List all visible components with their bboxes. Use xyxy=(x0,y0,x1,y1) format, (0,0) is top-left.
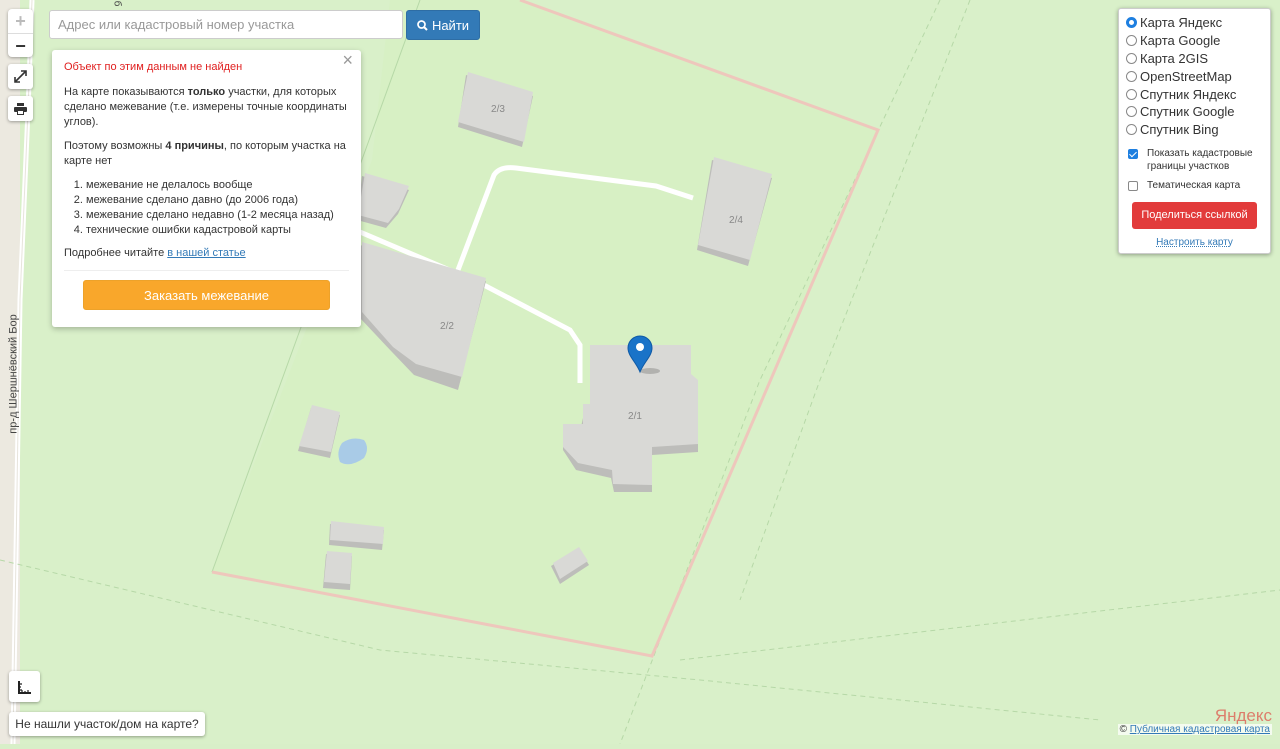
reasons-intro: Поэтому возможны 4 причины, по которым у… xyxy=(64,140,346,167)
radio[interactable] xyxy=(1126,124,1137,136)
order-survey-button[interactable]: Заказать межевание xyxy=(83,280,330,310)
layer-option-google-map[interactable]: Карта Google xyxy=(1126,32,1263,50)
plot-label: 2/1 xyxy=(628,411,642,422)
list-item: технические ошибки кадастровой карты xyxy=(86,223,349,238)
checkbox-checked[interactable] xyxy=(1128,148,1138,159)
search-icon xyxy=(417,19,428,31)
ruler-icon xyxy=(17,680,31,694)
divider xyxy=(64,270,349,271)
zoom-in-button[interactable]: + xyxy=(8,9,33,34)
list-item: межевание сделано давно (до 2006 года) xyxy=(86,193,349,208)
close-icon[interactable]: × xyxy=(342,51,353,69)
ruler-button[interactable] xyxy=(9,671,40,702)
find-button[interactable]: Найти xyxy=(406,10,480,40)
checkbox[interactable] xyxy=(1128,180,1138,191)
attribution-link[interactable]: Публичная кадастровая карта xyxy=(1130,724,1270,735)
printer-icon xyxy=(14,102,27,115)
reasons-list: межевание не делалось вообще межевание с… xyxy=(64,178,349,238)
map-layers-panel: Карта Яндекс Карта Google Карта 2GIS Ope… xyxy=(1118,8,1271,254)
cadastral-borders-checkbox[interactable]: Показать кадастровые границы участков xyxy=(1126,147,1263,173)
not-found-help-button[interactable]: Не нашли участок/дом на карте? xyxy=(9,712,205,736)
radio-selected[interactable] xyxy=(1126,17,1137,29)
attribution: © Публичная кадастровая карта xyxy=(1117,724,1272,735)
plot-label: 2/3 xyxy=(491,104,505,115)
radio[interactable] xyxy=(1126,88,1137,100)
article-link[interactable]: в нашей статье xyxy=(167,247,245,259)
radio[interactable] xyxy=(1126,52,1137,64)
layer-option-google-satellite[interactable]: Спутник Google xyxy=(1126,103,1263,121)
not-found-popup: × Объект по этим данным не найден На кар… xyxy=(52,50,361,327)
radio[interactable] xyxy=(1126,35,1137,47)
layer-option-yandex-satellite[interactable]: Спутник Яндекс xyxy=(1126,85,1263,103)
error-message: Объект по этим данным не найден xyxy=(64,61,243,73)
configure-map-link[interactable]: Настроить карту xyxy=(1126,237,1263,248)
radio[interactable] xyxy=(1126,70,1137,82)
layer-option-2gis-map[interactable]: Карта 2GIS xyxy=(1126,50,1263,68)
layer-option-bing-satellite[interactable]: Спутник Bing xyxy=(1126,121,1263,139)
expand-icon xyxy=(14,70,27,83)
radio[interactable] xyxy=(1126,106,1137,118)
plot-label: 2/4 xyxy=(729,215,743,226)
list-item: межевание сделано недавно (1-2 месяца на… xyxy=(86,208,349,223)
zoom-control: + − xyxy=(8,9,33,57)
print-button[interactable] xyxy=(8,96,33,121)
zoom-out-button[interactable]: − xyxy=(8,34,33,58)
layer-option-osm[interactable]: OpenStreetMap xyxy=(1126,67,1263,85)
street-label: б xyxy=(111,0,123,7)
layer-option-yandex-map[interactable]: Карта Яндекс xyxy=(1126,14,1263,32)
yandex-logo: Яндекс xyxy=(1214,706,1272,725)
share-link-button[interactable]: Поделиться ссылкой xyxy=(1132,201,1257,229)
fullscreen-button[interactable] xyxy=(8,64,33,89)
find-button-label: Найти xyxy=(431,17,470,33)
street-label: пр-д Шершнёвский Бор xyxy=(7,314,20,434)
plot-label: 2/2 xyxy=(440,321,454,332)
info-paragraph: На карте показываются только участки, дл… xyxy=(64,86,347,128)
more-info: Подробнее читайте в нашей статье xyxy=(64,247,246,259)
thematic-map-checkbox[interactable]: Тематическая карта xyxy=(1126,179,1263,192)
search-input[interactable] xyxy=(49,10,403,39)
list-item: межевание не делалось вообще xyxy=(86,178,349,193)
